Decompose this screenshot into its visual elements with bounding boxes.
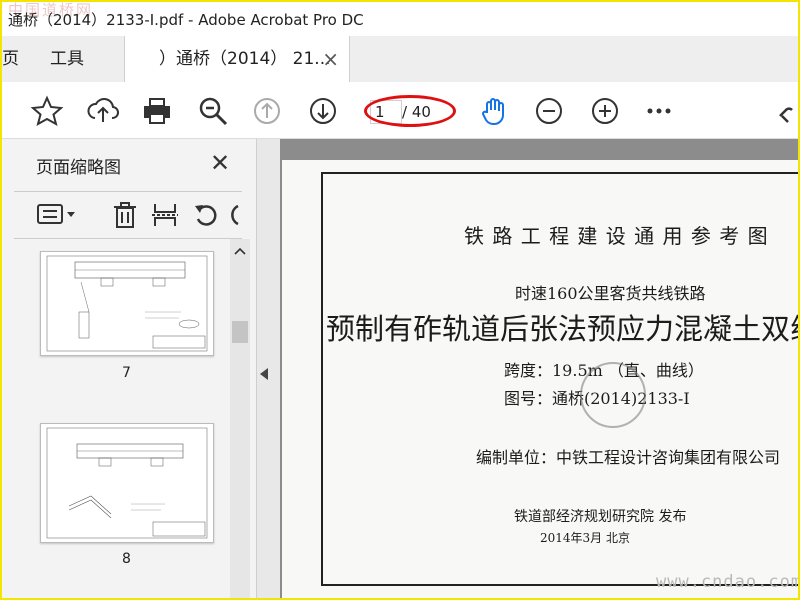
page-navigator: 1 / 40 xyxy=(364,96,454,128)
upload-icon[interactable] xyxy=(86,94,120,128)
collapse-panel-icon[interactable] xyxy=(260,368,268,380)
options-menu-icon[interactable] xyxy=(36,200,80,230)
window-title: 通桥（2014）2133-I.pdf - Adobe Acrobat Pro D… xyxy=(8,11,364,29)
tab-document[interactable]: ）通桥（2014） 21... × xyxy=(124,36,350,82)
thumbnails-panel: 页面缩略图 ✕ 7 8 xyxy=(2,139,257,598)
panel-title: 页面缩略图 xyxy=(36,158,121,178)
zoom-out-icon[interactable] xyxy=(532,94,566,128)
page-total: / 40 xyxy=(402,103,431,121)
doc-compiler: 编制单位：中铁工程设计咨询集团有限公司 xyxy=(476,448,781,467)
panel-toolbar xyxy=(14,191,242,239)
thumbnail-page-8[interactable] xyxy=(40,423,214,543)
page-down-icon[interactable] xyxy=(306,94,340,128)
tab-bar: 页 工具 ）通桥（2014） 21... × xyxy=(2,36,798,83)
title-bar: 中国道桥网 通桥（2014）2133-I.pdf - Adobe Acrobat… xyxy=(2,2,798,36)
scroll-up-icon[interactable] xyxy=(234,247,246,255)
rotate-icon[interactable] xyxy=(192,200,222,230)
doc-main-title: 预制有砟轨道后张法预应力混凝土双线并置简 xyxy=(326,312,798,346)
tab-home-label: 页 xyxy=(2,49,19,69)
panel-header: 页面缩略图 ✕ xyxy=(2,139,256,187)
page-number-input[interactable]: 1 xyxy=(370,100,402,124)
doc-subtitle: 时速160公里客货共线铁路 xyxy=(515,284,706,303)
seal-stamp xyxy=(580,362,646,428)
zoom-in-icon[interactable] xyxy=(588,94,622,128)
link-icon[interactable] xyxy=(774,94,798,128)
thumbnail-label-8: 8 xyxy=(122,551,131,567)
document-view[interactable]: 铁 路 工 程 建 设 通 用 参 考 图 时速160公里客货共线铁路 预制有砟… xyxy=(280,139,798,598)
tab-close-icon[interactable]: × xyxy=(322,36,339,82)
tab-tools[interactable]: 工具 xyxy=(50,36,110,82)
pdf-page: 铁 路 工 程 建 设 通 用 参 考 图 时速160公里客货共线铁路 预制有砟… xyxy=(282,160,798,598)
extract-pages-icon[interactable] xyxy=(150,200,180,230)
thumbnail-page-7[interactable] xyxy=(40,251,214,356)
tab-home[interactable]: 页 xyxy=(2,36,30,82)
thumbnail-list: 7 8 xyxy=(2,239,230,598)
zoom-out-search-icon[interactable] xyxy=(196,94,230,128)
doc-publisher: 铁道部经济规划研究院 发布 xyxy=(514,509,687,525)
doc-date: 2014年3月 北京 xyxy=(540,531,630,545)
thumbnail-scrollbar[interactable] xyxy=(230,239,250,598)
print-icon[interactable] xyxy=(140,94,174,128)
site-url-watermark: www.cndao.com xyxy=(656,572,800,592)
close-icon[interactable]: ✕ xyxy=(210,149,230,177)
rotate-clockwise-icon[interactable] xyxy=(228,200,242,230)
star-icon[interactable] xyxy=(30,94,64,128)
hand-tool-icon[interactable] xyxy=(478,94,512,128)
trash-icon[interactable] xyxy=(110,200,140,230)
tab-tools-label: 工具 xyxy=(50,49,84,69)
more-icon[interactable] xyxy=(642,94,676,128)
tab-document-label: ）通桥（2014） 21... xyxy=(159,49,331,69)
thumbnail-label-7: 7 xyxy=(122,365,131,381)
page-up-icon[interactable] xyxy=(250,94,284,128)
scrollbar-thumb[interactable] xyxy=(232,321,248,343)
doc-series-title: 铁 路 工 程 建 设 通 用 参 考 图 xyxy=(464,224,769,248)
app-window: 中国道桥网 通桥（2014）2133-I.pdf - Adobe Acrobat… xyxy=(0,0,800,600)
